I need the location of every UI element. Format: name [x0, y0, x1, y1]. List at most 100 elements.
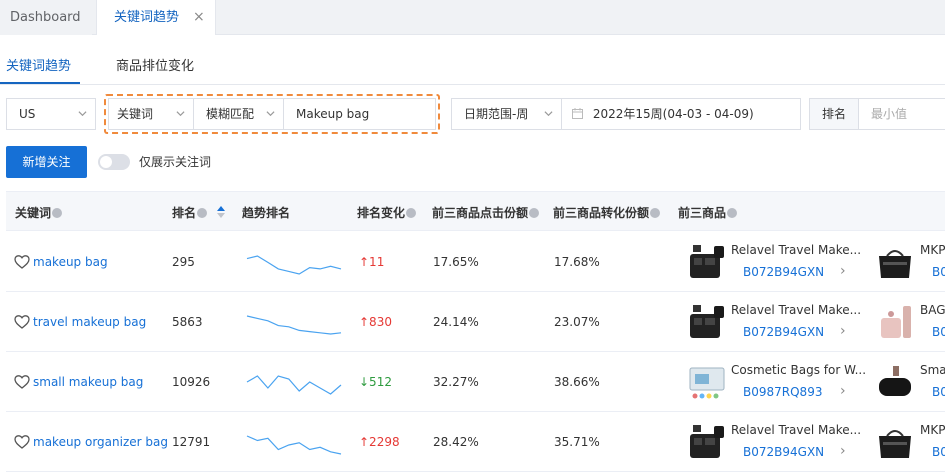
- product-title[interactable]: Cosmetic Bags for W...: [731, 363, 866, 377]
- product-thumbnail[interactable]: [687, 302, 727, 342]
- heart-icon[interactable]: [14, 434, 30, 450]
- heart-icon[interactable]: [14, 314, 30, 330]
- product-title[interactable]: MKP: [920, 243, 945, 257]
- product-thumbnail[interactable]: [875, 242, 915, 282]
- table-row: travel makeup bag 5863 ↑830 24.14% 23.07…: [6, 292, 945, 352]
- header-click-share-label: 前三商品点击份额: [432, 206, 529, 220]
- sort-icon[interactable]: [217, 206, 226, 218]
- product-title[interactable]: Relavel Travel Make...: [731, 423, 861, 437]
- conversion-share-value: 17.68%: [554, 255, 600, 269]
- heart-icon[interactable]: [14, 374, 30, 390]
- keyword-input-value: Makeup bag: [296, 107, 370, 121]
- chevron-down-icon: [176, 111, 185, 117]
- table-row: makeup bag 295 ↑11 17.65% 17.68% Relavel…: [6, 232, 945, 292]
- sub-tabs: 关键词趋势 商品排位变化: [0, 45, 945, 85]
- marketplace-value: US: [19, 107, 36, 121]
- keyword-link[interactable]: makeup organizer bag: [33, 435, 168, 449]
- date-range-select[interactable]: 日期范围-周: [451, 98, 562, 130]
- rank-change-value: ↓512: [359, 375, 392, 389]
- add-follow-button[interactable]: 新增关注: [6, 146, 87, 178]
- only-followed-toggle[interactable]: [98, 154, 130, 170]
- toggle-knob: [100, 156, 112, 168]
- chevron-right-icon[interactable]: ›: [840, 323, 846, 339]
- keyword-input[interactable]: Makeup bag: [283, 98, 436, 130]
- conversion-share-value: 35.71%: [554, 435, 600, 449]
- product-asin-link[interactable]: B072B94GXN: [743, 325, 824, 339]
- rank-min-input[interactable]: 最小值: [858, 98, 945, 130]
- product-2-clip: Sma B0: [871, 352, 945, 412]
- product-asin-link[interactable]: B0987RQ893: [743, 385, 822, 399]
- help-icon[interactable]: [727, 208, 738, 218]
- header-keyword-label: 关键词: [15, 206, 52, 220]
- rank-min-placeholder: 最小值: [871, 107, 908, 121]
- marketplace-select[interactable]: US: [6, 98, 96, 130]
- product-title[interactable]: MKP: [920, 423, 945, 437]
- header-click-share: 前三商品点击份额: [432, 204, 540, 221]
- rank-value: 295: [172, 255, 195, 269]
- product-title[interactable]: BAG: [920, 303, 945, 317]
- keyword-link[interactable]: small makeup bag: [33, 375, 143, 389]
- header-conversion-share: 前三商品转化份额: [553, 204, 661, 221]
- close-icon[interactable]: ×: [193, 0, 205, 35]
- header-rank[interactable]: 排名: [172, 204, 226, 221]
- tab-keyword-trend[interactable]: 关键词趋势 ×: [96, 0, 216, 35]
- date-range-value: 日期范围-周: [464, 107, 529, 121]
- help-icon[interactable]: [650, 208, 661, 218]
- rank-change-value: ↑830: [359, 315, 392, 329]
- help-icon[interactable]: [529, 208, 540, 218]
- product-asin-link[interactable]: B072B94GXN: [743, 265, 824, 279]
- conversion-share-value: 23.07%: [554, 315, 600, 329]
- trend-sparkline: [246, 435, 342, 455]
- product-thumbnail[interactable]: [687, 242, 727, 282]
- product-thumbnail[interactable]: [687, 362, 727, 402]
- product-asin-link[interactable]: B0: [932, 385, 945, 399]
- field-select[interactable]: 关键词: [108, 98, 194, 130]
- tab-dashboard-label: Dashboard: [10, 10, 81, 25]
- help-icon[interactable]: [197, 208, 208, 218]
- product-thumbnail[interactable]: [875, 302, 915, 342]
- week-picker[interactable]: 2022年15周(04-03 - 04-09): [561, 98, 801, 130]
- chevron-right-icon[interactable]: ›: [840, 383, 846, 399]
- keyword-link[interactable]: travel makeup bag: [33, 315, 146, 329]
- chevron-down-icon: [544, 111, 553, 117]
- header-top-products-label: 前三商品: [678, 206, 727, 220]
- rank-label-box: 排名: [809, 98, 859, 130]
- chevron-right-icon[interactable]: ›: [840, 443, 846, 459]
- field-value: 关键词: [117, 107, 154, 121]
- calendar-icon: [572, 108, 583, 119]
- product-asin-link[interactable]: B072B94GXN: [743, 445, 824, 459]
- rank-value: 12791: [172, 435, 211, 449]
- tab-dashboard[interactable]: Dashboard: [0, 0, 92, 35]
- product-thumbnail[interactable]: [875, 422, 915, 462]
- header-trend: 趋势排名: [242, 206, 291, 220]
- product-title[interactable]: Relavel Travel Make...: [731, 303, 861, 317]
- product-2-clip: MKP B0: [871, 232, 945, 292]
- subtab-product-rank-change[interactable]: 商品排位变化: [116, 55, 194, 74]
- product-asin-link[interactable]: B0: [932, 325, 945, 339]
- heart-icon[interactable]: [14, 254, 30, 270]
- active-tab-indicator: [0, 82, 80, 84]
- match-mode-select[interactable]: 模糊匹配: [193, 98, 284, 130]
- rank-value: 10926: [172, 375, 211, 389]
- keyword-link[interactable]: makeup bag: [33, 255, 108, 269]
- rank-change-value: ↑11: [359, 255, 385, 269]
- week-picker-value: 2022年15周(04-03 - 04-09): [592, 107, 754, 121]
- chevron-right-icon[interactable]: ›: [840, 263, 846, 279]
- product-title[interactable]: Relavel Travel Make...: [731, 243, 861, 257]
- product-title[interactable]: Sma: [920, 363, 945, 377]
- help-icon[interactable]: [52, 208, 63, 218]
- top-tab-bar: Dashboard 关键词趋势 ×: [0, 0, 945, 35]
- product-thumbnail[interactable]: [875, 362, 915, 402]
- only-followed-label: 仅展示关注词: [139, 155, 212, 169]
- rank-change-value: ↑2298: [359, 435, 400, 449]
- product-thumbnail[interactable]: [687, 422, 727, 462]
- header-rank-label: 排名: [172, 206, 197, 220]
- subtab-keyword-trend[interactable]: 关键词趋势: [6, 55, 71, 74]
- trend-sparkline: [246, 255, 342, 275]
- product-asin-link[interactable]: B0: [932, 265, 945, 279]
- table-header: 关键词 排名 趋势排名 排名变化 前三商品点击份额 前三商品转化份额 前三商品: [6, 192, 945, 231]
- tab-keyword-trend-label: 关键词趋势: [114, 10, 180, 25]
- product-asin-link[interactable]: B0: [932, 445, 945, 459]
- trend-sparkline: [246, 375, 342, 395]
- help-icon[interactable]: [406, 208, 417, 218]
